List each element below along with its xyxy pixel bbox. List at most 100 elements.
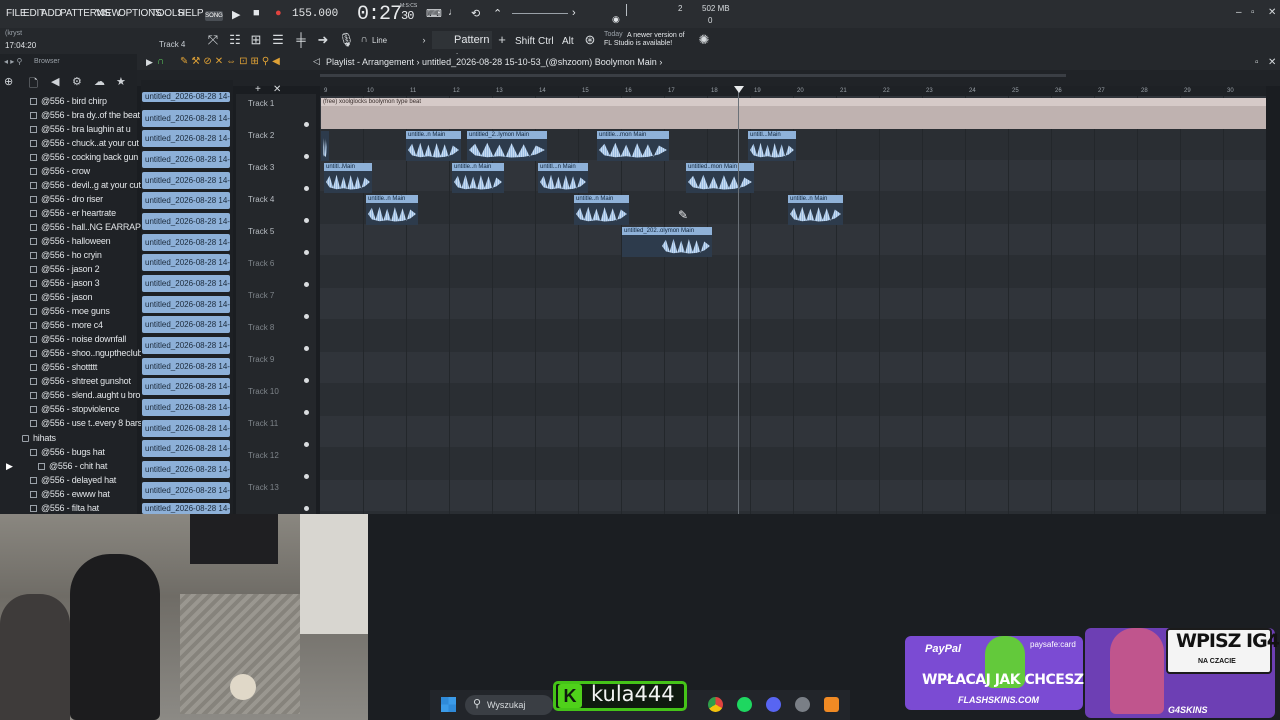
track-mute-toggle[interactable]: [304, 346, 309, 351]
browser-item[interactable]: @556 - stopviolence: [30, 404, 120, 418]
maximize-icon[interactable]: ▫: [1255, 57, 1259, 68]
stop-icon[interactable]: ■: [253, 7, 260, 19]
audio-clip[interactable]: untitl...Main: [748, 131, 796, 161]
audio-clip[interactable]: untitl...n Main: [538, 163, 588, 193]
spotify-icon[interactable]: [737, 697, 752, 712]
browser-nav-icons[interactable]: ◂ ▸ ⚲: [4, 57, 22, 66]
clip-source-item[interactable]: untitled_2026-08-28 14-: [142, 172, 230, 189]
channel-rack-icon[interactable]: ⊞: [249, 33, 263, 47]
browser-item[interactable]: @556 - use t..every 8 bars: [30, 418, 142, 432]
preview-play-icon[interactable]: ▶: [6, 461, 13, 472]
metronome-icon[interactable]: ♩: [448, 7, 458, 18]
audio-clip-main[interactable]: (free) xoolglocks boolymon type beat: [321, 98, 1266, 129]
browser-item[interactable]: @556 - slend..aught u bro: [30, 390, 140, 404]
master-volume-slider[interactable]: [512, 13, 568, 14]
clip-source-item[interactable]: untitled_2026-08-28 14-: [142, 110, 230, 127]
track-name[interactable]: Track 2: [248, 131, 274, 140]
countdown-icon[interactable]: ⌃: [493, 7, 502, 20]
discord-icon[interactable]: [766, 697, 781, 712]
settings-icon[interactable]: [795, 697, 810, 712]
track-name[interactable]: Track 12: [248, 451, 279, 460]
clip-source-item[interactable]: untitled_2026-08-28 14-: [142, 192, 230, 209]
menu-add[interactable]: ADD: [41, 8, 62, 19]
speaker-icon[interactable]: ◁: [313, 56, 320, 67]
track-name[interactable]: Track 6: [248, 259, 274, 268]
clip-source-item[interactable]: untitled_2026-08-28 14-: [142, 358, 230, 375]
speaker-icon[interactable]: ◀: [51, 75, 59, 88]
clip-source-item[interactable]: untitled_2026-08-28 14-: [142, 378, 230, 395]
pattern-selector[interactable]: Pattern 1: [432, 31, 492, 64]
star-icon[interactable]: ★: [116, 75, 126, 88]
tool-icons[interactable]: ✎⚒⊘✕⇔⊡⊞⚲◀: [180, 56, 283, 67]
clip-source-item[interactable]: untitled_2026-08-28 14-: [142, 213, 230, 230]
browser-item-selected[interactable]: @556 - chit hat: [38, 461, 107, 475]
clip-source-item[interactable]: untitled_2026-08-28 14-: [142, 399, 230, 416]
news-icon[interactable]: ⊛: [583, 33, 597, 47]
browser-item[interactable]: @556 - shottttt: [30, 362, 97, 376]
maximize-icon[interactable]: ▫: [1251, 7, 1255, 18]
news-line-1[interactable]: A newer version of: [627, 31, 699, 40]
magnet-icon[interactable]: ∩: [357, 33, 371, 47]
track-name[interactable]: Track 11: [248, 419, 278, 428]
clip-source-item[interactable]: untitled_2026-08-28 14-: [142, 151, 230, 168]
browser-item[interactable]: @556 - halloween: [30, 236, 111, 250]
browser-item[interactable]: @556 - ewww hat: [30, 489, 110, 503]
browser-item[interactable]: @556 - bra laughin at u: [30, 124, 131, 138]
browser-item[interactable]: @556 - bra dy..of the beat: [30, 110, 140, 124]
fl-logo-icon[interactable]: ✺: [697, 33, 711, 47]
audio-clip[interactable]: untitled_2..lymon Main: [467, 131, 547, 161]
track-name[interactable]: Track 7: [248, 291, 274, 300]
file-icon[interactable]: 🗋: [29, 75, 38, 94]
track-mute-toggle[interactable]: [304, 218, 309, 223]
audio-clip[interactable]: untitle..n Main: [452, 163, 504, 193]
track-name[interactable]: Track 9: [248, 355, 274, 364]
tempo-display[interactable]: 155.000: [292, 8, 338, 20]
browser-item[interactable]: @556 - jason 3: [30, 278, 100, 292]
menu-help[interactable]: HELP: [178, 8, 204, 19]
track-mute-toggle[interactable]: [304, 506, 309, 511]
browser-item[interactable]: @556 - delayed hat: [30, 475, 116, 489]
browser-item[interactable]: @556 - shtreet gunshot: [30, 376, 131, 390]
playlist-icon[interactable]: ╪: [294, 33, 308, 47]
clip-source-item[interactable]: untitled_2026-08-28 14-: [142, 234, 230, 251]
magnet-icon[interactable]: ∩: [157, 56, 164, 67]
track-mute-toggle[interactable]: [304, 122, 309, 127]
clip-source-item[interactable]: untitled_2026-08-28 14-: [142, 254, 230, 271]
snap-mode-select[interactable]: Line: [372, 36, 387, 45]
audio-clip[interactable]: untitled..mon Main: [686, 163, 754, 193]
shift-key[interactable]: Shift: [515, 36, 535, 47]
track-name[interactable]: Track 5: [248, 227, 274, 236]
windows-start-icon[interactable]: [441, 697, 456, 712]
clip-source-item[interactable]: untitled_2026-08-28 14-: [142, 461, 230, 478]
track-name[interactable]: Track 4: [248, 195, 274, 204]
track-mute-toggle[interactable]: [304, 410, 309, 415]
add-pattern-icon[interactable]: +: [495, 33, 509, 47]
ctrl-key[interactable]: Ctrl: [538, 36, 554, 47]
snap-icon[interactable]: ⤧: [206, 33, 220, 47]
audio-clip[interactable]: untitle...mon Main: [597, 131, 669, 161]
alt-key[interactable]: Alt: [562, 36, 574, 47]
audio-clip[interactable]: [321, 131, 329, 161]
browser-item[interactable]: @556 - chuck..at your cut: [30, 138, 139, 152]
audio-clip[interactable]: untitle..n Main: [406, 131, 461, 161]
piano-roll-icon[interactable]: ☰: [271, 33, 285, 47]
audio-clip[interactable]: untitled_202..olymon Main: [622, 227, 712, 257]
browser-item[interactable]: @556 - jason 2: [30, 264, 100, 278]
clip-source-item[interactable]: untitled_2026-08-28 14-: [142, 296, 230, 313]
audio-clip[interactable]: untitle..n Main: [574, 195, 629, 225]
browser-item[interactable]: @556 - noise downfall: [30, 334, 126, 348]
cloud-icon[interactable]: ☁: [94, 75, 105, 88]
close-icon[interactable]: ✕: [1268, 57, 1276, 68]
browser-item[interactable]: @556 - jason: [30, 292, 92, 306]
clip-source-item[interactable]: untitled_2026-08-28 14-: [142, 92, 230, 102]
browser-menu-icon[interactable]: ⊕: [4, 75, 13, 88]
timeline-ruler[interactable]: [320, 86, 1266, 96]
track-name[interactable]: Track 3: [248, 163, 274, 172]
track-mute-toggle[interactable]: [304, 282, 309, 287]
clip-source-item[interactable]: untitled_2026-08-28 14-: [142, 275, 230, 292]
track-name[interactable]: Track 8: [248, 323, 274, 332]
audio-clip[interactable]: untitle..n Main: [788, 195, 843, 225]
browser-item[interactable]: @556 - more c4: [30, 320, 103, 334]
clip-source-item[interactable]: untitled_2026-08-28 14-: [142, 316, 230, 333]
clip-source-item[interactable]: untitled_2026-08-28 14-: [142, 503, 230, 514]
